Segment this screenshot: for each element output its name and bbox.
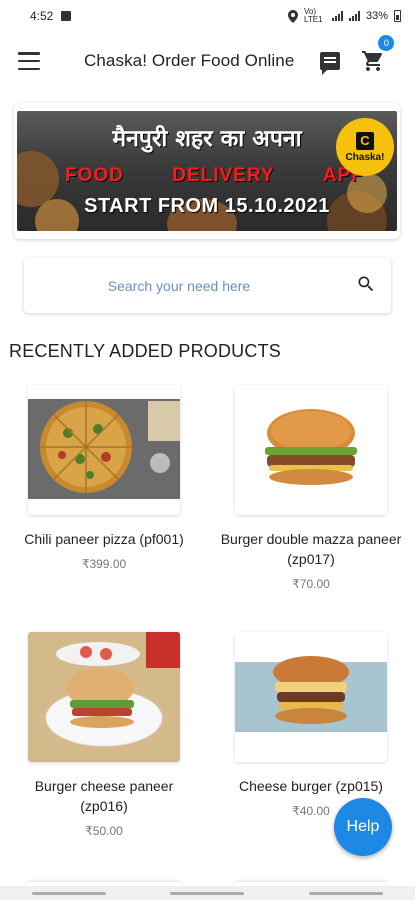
banner-headline: FOOD DELIVERY APP [65,165,365,187]
location-icon [287,9,298,23]
cart-count-badge: 0 [378,35,395,51]
product-card[interactable]: Cheese burger (zp015) ₹40.00 [218,632,404,818]
nav-handle[interactable] [170,891,245,895]
product-name[interactable]: Chili paneer pizza (pf001) [11,529,197,549]
chaska-logo: C Chaska! [336,118,394,176]
burger-image[interactable] [235,385,387,515]
hamburger-menu-icon[interactable] [18,52,40,70]
help-button[interactable]: Help [334,798,392,856]
cart-icon [362,51,383,71]
product-name[interactable]: Cheese burger (zp015) [218,776,404,796]
nav-handle[interactable] [308,891,383,895]
product-name[interactable]: Burger double mazza paneer (zp017) [218,529,404,569]
search-icon[interactable] [356,274,376,294]
gallery-notification-icon [61,11,72,21]
chat-icon[interactable] [320,52,341,75]
product-price: ₹399.00 [81,557,127,571]
product-price: ₹70.00 [292,577,330,591]
banner-word-delivery: DELIVERY [172,165,275,186]
battery-icon [394,10,401,22]
search-input[interactable] [24,277,334,294]
product-name[interactable]: Burger cheese paneer (zp016) [11,776,197,816]
cheese-burger-image[interactable] [235,632,387,762]
network-type: Vo) LTE1 [303,7,323,24]
status-time: 4:52 [30,9,54,23]
search-bar [24,258,391,313]
logo-letter: C [356,131,374,150]
status-bar: 4:52 Vo) LTE1 33% [0,0,415,32]
product-card[interactable]: Chili paneer pizza (pf001) ₹399.00 [11,385,197,571]
product-price: ₹50.00 [85,824,123,838]
promo-banner: मैनपुरी शहर का अपना FOOD DELIVERY APP ST… [17,111,397,231]
banner-start-date: START FROM 15.10.2021 [84,195,330,217]
banner-card[interactable]: मैनपुरी शहर का अपना FOOD DELIVERY APP ST… [14,103,400,239]
signal-icon [331,11,343,21]
cart-button[interactable]: 0 [360,35,395,73]
app-bar: Chaska! Order Food Online 0 [0,32,415,90]
pizza-image[interactable] [28,385,180,515]
app-title: Chaska! Order Food Online [84,51,295,70]
signal-icon-2 [348,11,360,21]
banner-word-food: FOOD [65,165,124,186]
product-card[interactable]: Burger double mazza paneer (zp017) ₹70.0… [218,385,404,591]
product-card[interactable]: Burger cheese paneer (zp016) ₹50.00 [11,632,197,838]
section-title: RECENTLY ADDED PRODUCTS [9,341,281,361]
logo-text: Chaska! [345,151,385,163]
battery-percent: 33% [365,10,388,22]
burger-plate-image[interactable] [28,632,180,762]
system-nav-bar [0,886,415,900]
nav-handle[interactable] [32,891,107,895]
